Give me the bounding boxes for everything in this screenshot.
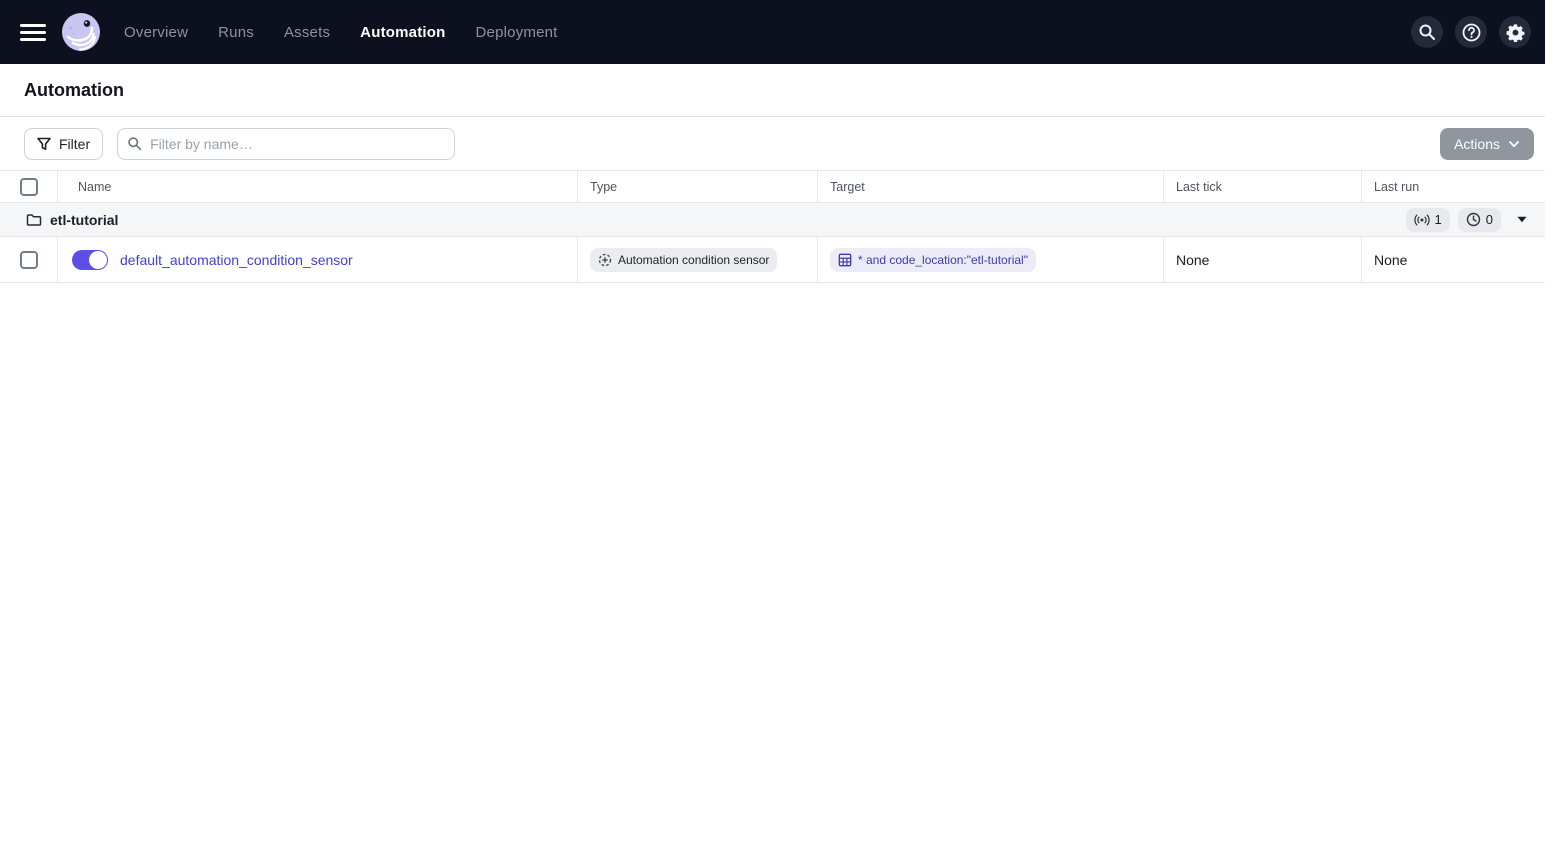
collapse-group-button[interactable] <box>1509 212 1535 227</box>
row-last-tick-cell: None <box>1164 237 1362 282</box>
dagster-logo[interactable] <box>62 13 100 51</box>
nav-item-overview[interactable]: Overview <box>124 24 188 41</box>
select-all-checkbox[interactable] <box>19 177 38 196</box>
help-icon <box>1462 23 1480 41</box>
settings-button[interactable] <box>1499 16 1531 48</box>
last-run-value: None <box>1374 251 1408 268</box>
funnel-icon <box>37 137 51 150</box>
navbar-left: Overview Runs Assets Automation Deployme… <box>20 13 558 51</box>
group-row-etl-tutorial[interactable]: etl-tutorial 1 0 <box>0 203 1545 237</box>
column-header-name: Name <box>58 171 578 202</box>
table-header-row: Name Type Target Last tick Last run <box>0 171 1545 203</box>
nav-item-deployment[interactable]: Deployment <box>476 24 558 41</box>
row-last-run-cell: None <box>1362 237 1545 282</box>
filter-by-name-input[interactable] <box>117 127 456 160</box>
group-row-left: etl-tutorial <box>26 212 118 228</box>
search-icon <box>1419 24 1435 40</box>
schedule-count-badge: 0 <box>1457 207 1501 232</box>
search-button[interactable] <box>1411 16 1443 48</box>
nav-item-assets[interactable]: Assets <box>284 24 330 41</box>
toolbar: Filter Actions <box>0 117 1545 170</box>
navbar-right <box>1411 16 1531 48</box>
row-type-cell: Automation condition sensor <box>578 237 818 282</box>
search-input-icon <box>127 136 142 156</box>
automation-condition-icon <box>598 253 612 266</box>
row-name-cell: default_automation_condition_sensor <box>58 237 578 282</box>
table-row: default_automation_condition_sensor Auto… <box>0 237 1545 283</box>
hamburger-menu-icon[interactable] <box>20 18 48 46</box>
nav-item-automation[interactable]: Automation <box>360 24 445 41</box>
filter-button-label: Filter <box>59 135 91 152</box>
filter-button[interactable]: Filter <box>24 127 104 160</box>
clock-icon <box>1466 212 1480 227</box>
folder-icon <box>26 213 42 226</box>
group-row-right: 1 0 <box>1405 207 1535 232</box>
chevron-down-icon <box>1509 140 1519 147</box>
target-tag-label: * and code_location:"etl-tutorial" <box>858 252 1028 267</box>
actions-button[interactable]: Actions <box>1440 127 1534 160</box>
row-checkbox-cell <box>0 237 58 282</box>
group-name: etl-tutorial <box>50 211 119 228</box>
nav-item-runs[interactable]: Runs <box>218 24 254 41</box>
gear-icon <box>1506 23 1524 42</box>
app-container: Overview Runs Assets Automation Deployme… <box>0 0 1545 283</box>
actions-button-label: Actions <box>1454 135 1500 152</box>
header-checkbox-cell <box>0 171 58 202</box>
page-title: Automation <box>24 79 124 100</box>
type-tag-label: Automation condition sensor <box>618 252 770 267</box>
row-checkbox[interactable] <box>19 250 38 269</box>
last-tick-value: None <box>1176 251 1210 268</box>
page-header: Automation <box>0 64 1545 117</box>
column-header-last-run: Last run <box>1374 179 1420 194</box>
sensor-icon <box>1413 214 1430 225</box>
column-header-last-tick: Last tick <box>1164 171 1362 202</box>
sensor-count-badge: 1 <box>1405 207 1450 232</box>
sensor-count: 1 <box>1434 212 1442 227</box>
dagster-octopus-icon <box>62 13 100 51</box>
column-header-target: Target <box>818 171 1164 202</box>
sensor-name-link[interactable]: default_automation_condition_sensor <box>120 252 353 268</box>
top-navbar: Overview Runs Assets Automation Deployme… <box>0 0 1545 64</box>
automation-table: Name Type Target Last tick Last run etl-… <box>0 170 1545 283</box>
sensor-enabled-toggle[interactable] <box>72 249 108 270</box>
caret-down-icon <box>1517 216 1527 223</box>
toggle-knob <box>89 250 107 269</box>
nav-links: Overview Runs Assets Automation Deployme… <box>124 24 558 41</box>
type-tag: Automation condition sensor <box>590 247 778 272</box>
help-button[interactable] <box>1455 16 1487 48</box>
schedule-count: 0 <box>1485 212 1493 227</box>
asset-grid-icon <box>838 253 852 266</box>
column-header-type: Type <box>578 171 818 202</box>
name-filter <box>117 127 456 160</box>
target-tag[interactable]: * and code_location:"etl-tutorial" <box>830 247 1036 272</box>
row-target-cell: * and code_location:"etl-tutorial" <box>818 237 1164 282</box>
